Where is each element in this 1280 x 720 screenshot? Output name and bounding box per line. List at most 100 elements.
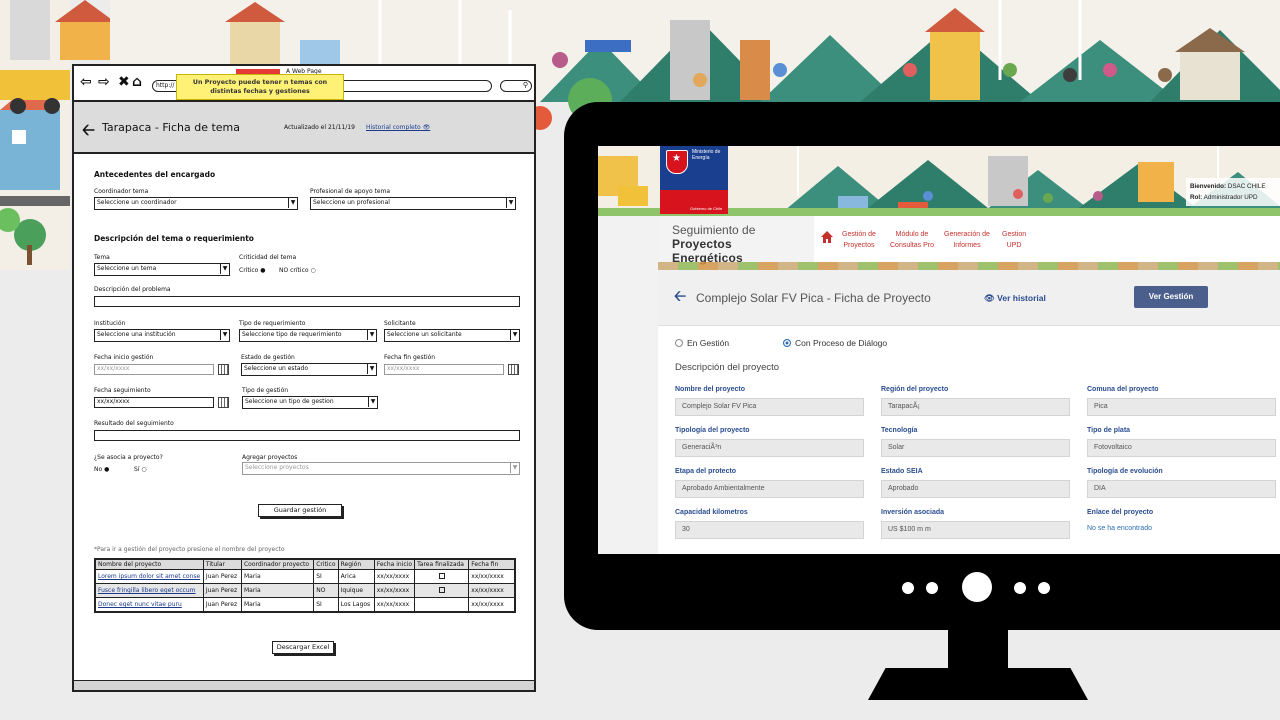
topic-select[interactable]: Seleccione un tema ▼ [94,263,230,276]
evolution-type-field[interactable]: DIA [1087,480,1276,498]
status-select[interactable]: Seleccione un estado ▼ [241,363,377,376]
page-title: Complejo Solar FV Pica - Ficha de Proyec… [696,291,931,305]
calendar-icon[interactable] [218,397,229,408]
chevron-down-icon: ▼ [220,264,229,274]
result-input[interactable] [94,430,520,441]
home-icon[interactable] [820,230,834,244]
monitor-stand [948,620,1008,674]
home-icon[interactable]: ⌂ [132,75,142,89]
back-arrow-icon[interactable]: ⇦ [80,75,92,89]
table-header: Región [337,558,375,570]
project-name-field[interactable]: Complejo Solar FV Pica [675,398,864,416]
back-arrow-icon[interactable]: 🡠 [674,286,686,311]
welcome-label: Bienvenido: [1190,183,1227,190]
task-done-checkbox[interactable] [438,586,445,593]
section-title: Descripción del proyecto [675,362,780,373]
criticality-label: Criticidad del tema [239,254,297,261]
url-text: http:// [156,82,175,89]
chile-shield-icon [666,150,688,174]
wireframe-page-header: 🡠 Tarapaca - Ficha de tema Actualizado e… [74,102,534,154]
nav-item-informes[interactable]: Generación de Informes [944,229,990,251]
nav-item-line: Módulo de [895,231,929,238]
download-excel-button[interactable]: Descargar Excel [272,641,334,654]
problem-input[interactable] [94,296,520,307]
institution-label: Institución [94,320,126,327]
eye-icon: 👁 [984,293,995,303]
mgmt-type-select[interactable]: Seleccione un tipo de gestion ▼ [242,396,378,409]
table-cell: Juan Perez [202,597,242,612]
nav-item-gestion-proyectos[interactable]: Gestión de Proyectos [842,229,876,251]
seia-status-field[interactable]: Aprobado [881,480,1070,498]
start-date-input[interactable]: xx/xx/xxxx [94,364,214,375]
project-link[interactable]: No se ha encontrado [1087,521,1276,539]
app-screen: Ministerio de Energía Gobierno de Chile … [598,146,1280,554]
noncritical-radio[interactable]: NO crítico ○ [279,267,316,274]
add-projects-select[interactable]: Seleccione proyectos ▼ [242,462,520,475]
view-management-button[interactable]: Ver Gestión [1134,286,1208,308]
history-link[interactable]: Historial completo 👁 [366,124,430,131]
technology-field[interactable]: Solar [881,439,1070,457]
followup-value: xx/xx/xxxx [97,398,130,405]
calendar-icon[interactable] [218,364,229,375]
support-select[interactable]: Seleccione un profesional ▼ [310,197,516,210]
investment-field[interactable]: US $100 m m [881,521,1070,539]
end-date-label: Fecha fin gestión [384,354,436,361]
radio-selected-icon [783,339,791,347]
app-brand[interactable]: Seguimiento de Proyectos Energéticos [658,216,814,265]
chevron-down-icon: ▼ [506,198,515,208]
table-cell: Arica [337,569,375,584]
table-hint: *Para ir a gestión del proyecto presione… [94,546,285,553]
forward-arrow-icon[interactable]: ⇨ [98,75,110,89]
task-done-checkbox[interactable] [438,572,445,579]
plant-type-field[interactable]: Fotovoltaico [1087,439,1276,457]
table-cell: SI [313,597,339,612]
task-done-cell [414,569,470,584]
associate-no-radio[interactable]: No ● [94,466,109,473]
applicant-select[interactable]: Seleccione un solicitante ▼ [384,329,520,342]
followup-label: Fecha seguimiento [94,387,151,394]
radio-label: Con Proceso de Diálogo [795,338,888,348]
monitor-power-button [962,572,992,602]
nav-item-consultas[interactable]: Módulo de Consultas Pro [890,229,934,251]
stage-field[interactable]: Aprobado Ambientalmente [675,480,864,498]
save-button[interactable]: Guardar gestión [258,504,342,517]
back-arrow-icon[interactable]: 🡠 [82,119,95,146]
coordinator-select[interactable]: Seleccione un coordinador ▼ [94,197,298,210]
project-name-link[interactable]: Donec eget nunc vitae puru [94,597,204,612]
table-header: Titular [202,558,242,570]
role-line: Rol: Administrador UPD [1190,192,1276,203]
table-cell: Maria [240,569,315,584]
table-cell: Juan Perez [202,569,242,584]
project-type-field[interactable]: GeneraciÃ³n [675,439,864,457]
region-field[interactable]: TarapacÃ¡ [881,398,1070,416]
capacity-field[interactable]: 30 [675,521,864,539]
table-cell: Los Lagos [337,597,375,612]
radio-empty-icon: ○ [141,466,147,473]
radio-proceso-dialogo[interactable]: Con Proceso de Diálogo [783,338,887,348]
main-navbar: Seguimiento de Proyectos Energéticos Ges… [658,216,1280,265]
field-label: Inversión asociada [881,509,945,516]
monitor-base [868,668,1088,700]
institution-select[interactable]: Seleccione una institución ▼ [94,329,230,342]
nav-item-gestion-upd[interactable]: Gestion UPD [1002,229,1026,251]
field-label: Tipología del proyecto [675,427,750,434]
commune-field[interactable]: Pica [1087,398,1276,416]
nav-item-line: Proyectos [843,242,875,249]
close-icon[interactable]: ✖ [118,75,130,89]
table-cell: Juan Perez [202,583,242,598]
role-label: Rol: [1190,194,1203,201]
associate-yes-radio[interactable]: Sí ○ [134,466,147,473]
project-name-link[interactable]: Lorem ipsum dolor sit amet conse [94,569,204,584]
end-date-input[interactable]: xx/xx/xxxx [384,364,504,375]
table-row: Donec eget nunc vitae puru Juan Perez Ma… [94,597,516,612]
view-history-link[interactable]: 👁 Ver historial [984,293,1046,304]
reqtype-select-value: Seleccione tipo de requerimiento [242,331,342,338]
followup-input[interactable]: xx/xx/xxxx [94,397,214,408]
critical-radio[interactable]: Crítico ● [239,267,265,274]
reqtype-select[interactable]: Seleccione tipo de requerimiento ▼ [239,329,377,342]
project-name-link[interactable]: Fusce fringilla libero eget occum [94,583,204,598]
calendar-icon[interactable] [508,364,519,375]
task-done-cell [414,597,470,612]
radio-en-gestion[interactable]: En Gestión [675,338,729,348]
search-field[interactable]: ⚲ [500,80,532,92]
